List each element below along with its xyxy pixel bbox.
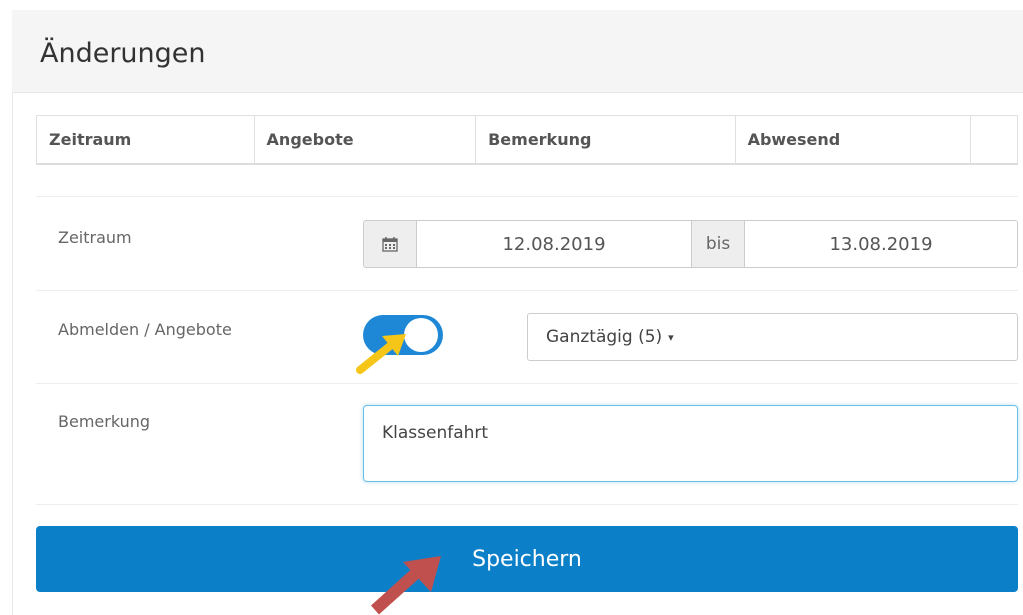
panel-title: Änderungen xyxy=(40,38,206,69)
divider xyxy=(36,383,1018,384)
column-header-angebote[interactable]: Angebote xyxy=(255,116,477,163)
column-header-zeitraum[interactable]: Zeitraum xyxy=(37,116,255,163)
column-header-abwesend[interactable]: Abwesend xyxy=(736,116,972,163)
panel-left-border xyxy=(12,92,13,615)
abmelden-label: Abmelden / Angebote xyxy=(58,320,232,339)
date-range-group: 12.08.2019 bis 13.08.2019 xyxy=(363,220,1018,268)
yellow-arrow-icon xyxy=(356,334,406,374)
caret-down-icon: ▾ xyxy=(668,330,674,344)
column-header-actions xyxy=(971,116,1017,163)
date-separator: bis xyxy=(691,221,745,267)
divider xyxy=(36,290,1018,291)
zeitraum-label: Zeitraum xyxy=(58,228,132,247)
column-header-bemerkung[interactable]: Bemerkung xyxy=(476,116,736,163)
calendar-icon[interactable] xyxy=(364,221,417,267)
date-from-input[interactable]: 12.08.2019 xyxy=(417,221,691,267)
bemerkung-label: Bemerkung xyxy=(58,412,151,431)
angebote-select-value: Ganztägig (5) xyxy=(546,327,663,347)
red-arrow-icon xyxy=(370,556,441,615)
bemerkung-textarea[interactable]: Klassenfahrt xyxy=(363,405,1018,482)
angebote-select[interactable]: Ganztägig (5) ▾ xyxy=(527,313,1018,361)
save-button[interactable]: Speichern xyxy=(36,526,1018,592)
panel-header: Änderungen xyxy=(12,10,1023,93)
divider xyxy=(36,196,1018,197)
date-to-input[interactable]: 13.08.2019 xyxy=(745,221,1017,267)
table-header: Zeitraum Angebote Bemerkung Abwesend xyxy=(36,115,1018,165)
divider xyxy=(36,504,1018,505)
